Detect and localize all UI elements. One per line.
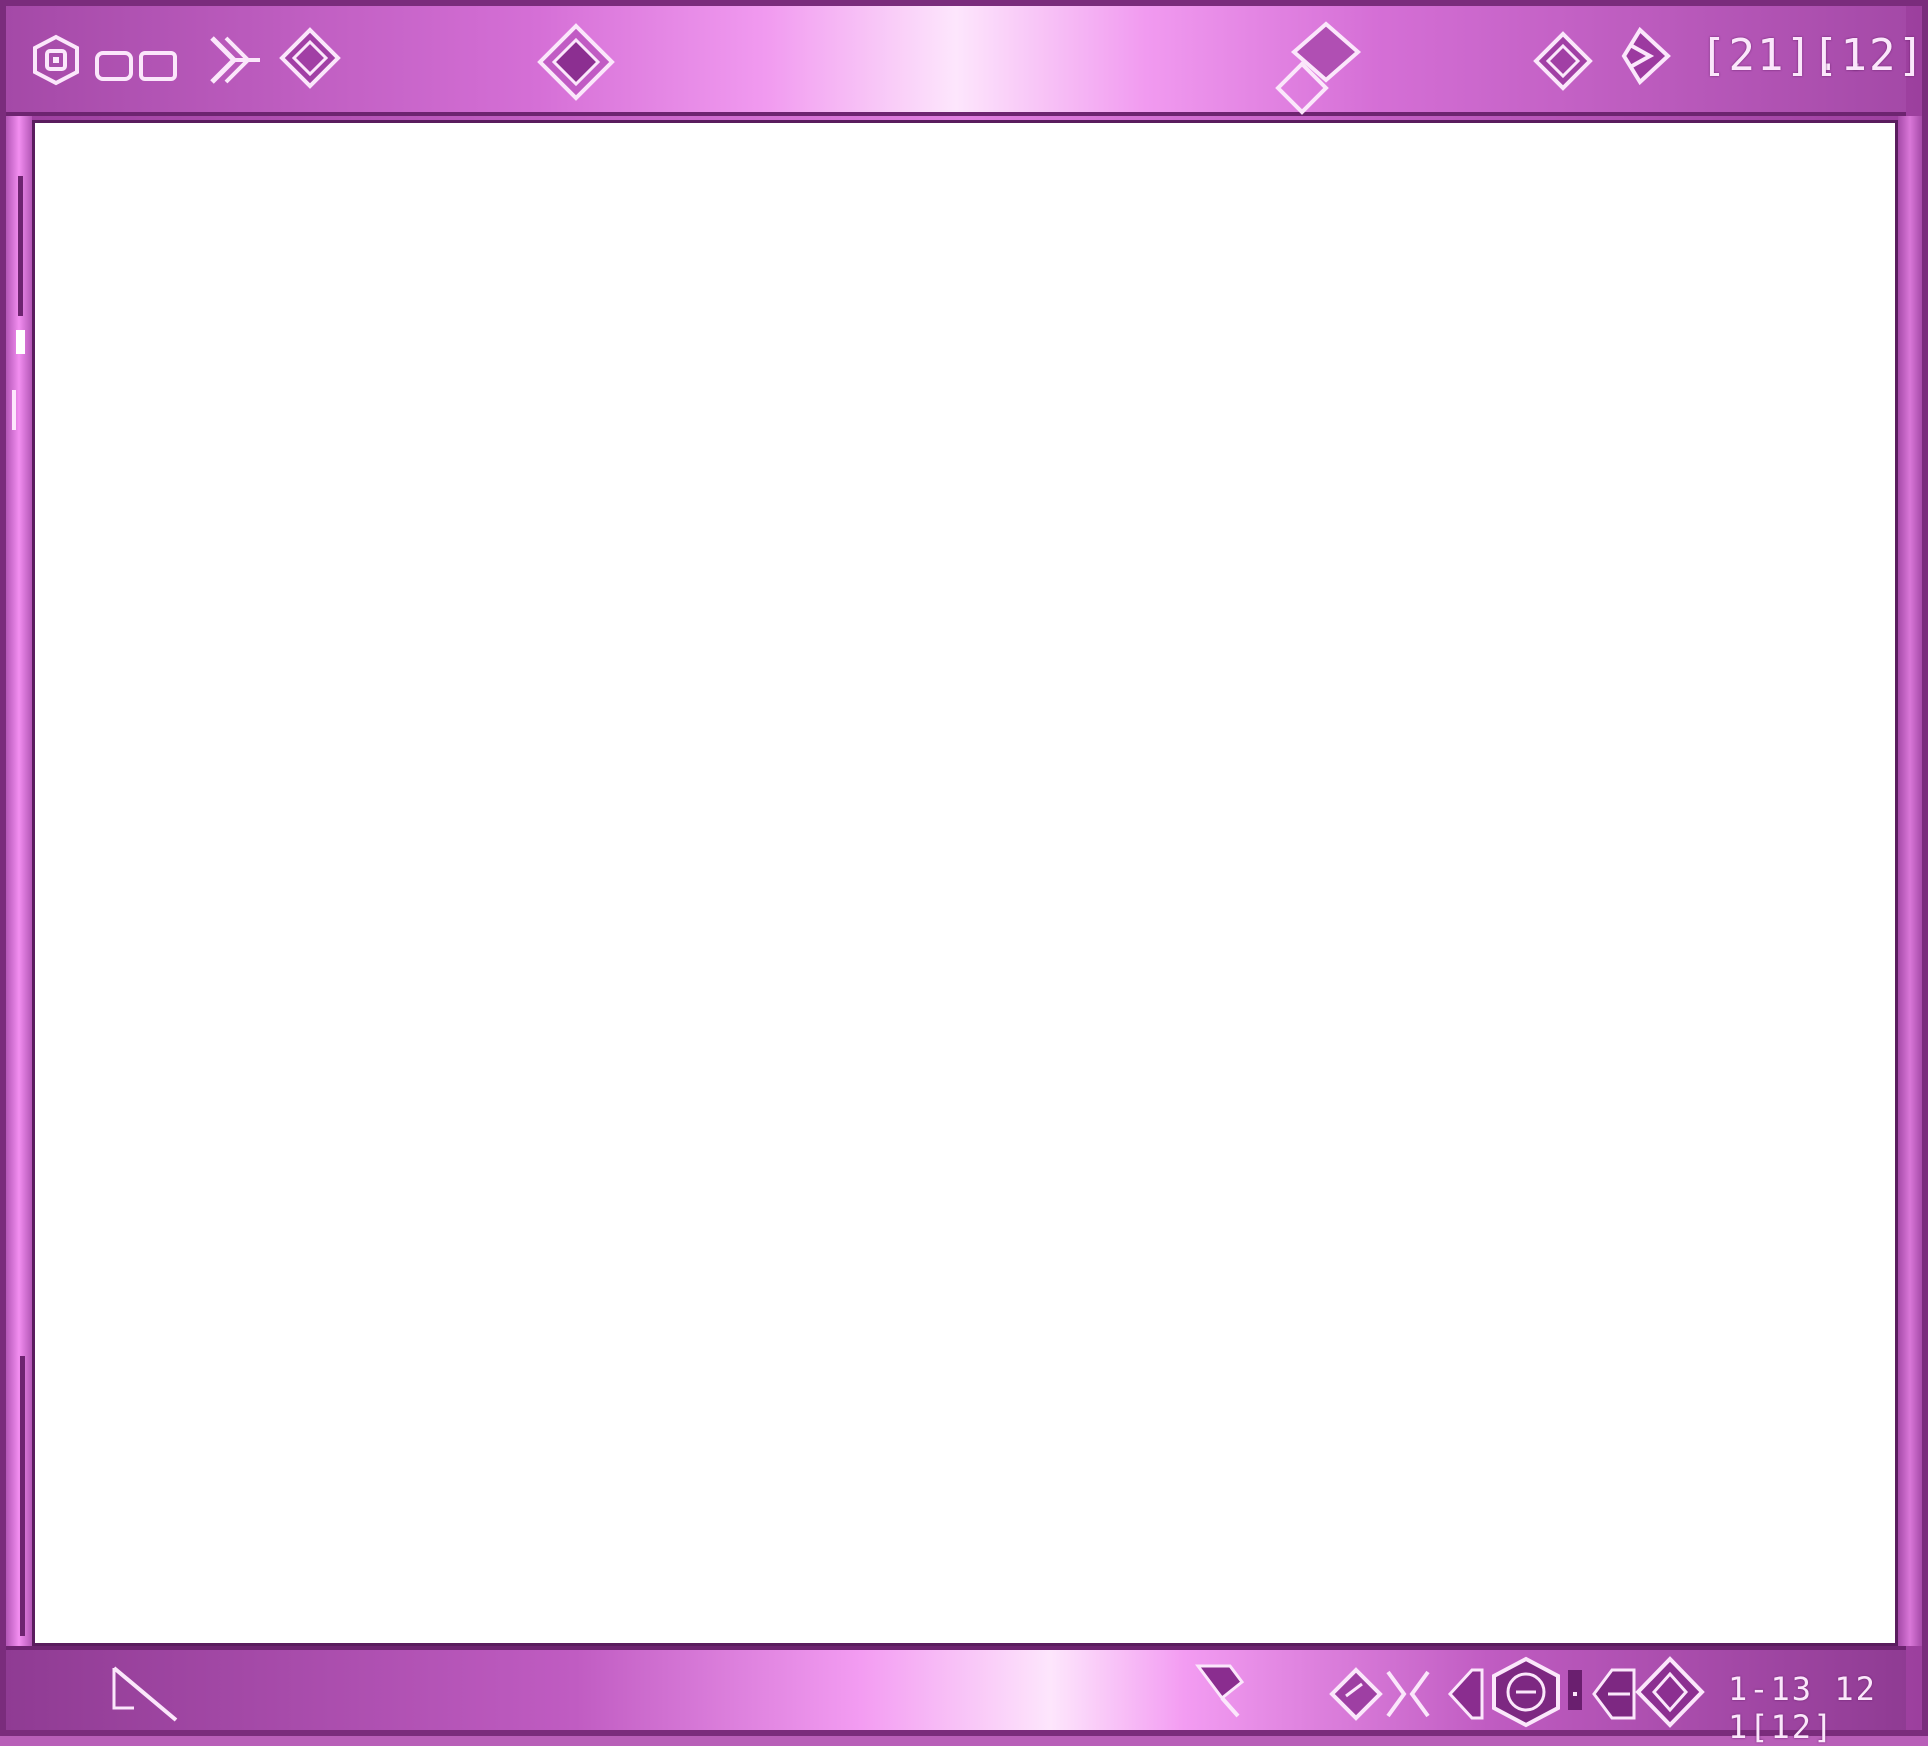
back-arrow-icon[interactable] [1590, 1666, 1638, 1722]
diamond-arrow-icon[interactable] [1612, 26, 1674, 88]
status-readout: 1-13 12 1[12] [1728, 1670, 1877, 1746]
window-icon[interactable] [138, 50, 178, 82]
window-icon[interactable] [94, 50, 134, 82]
diamond-icon[interactable] [1634, 1656, 1710, 1728]
chevron-right-icon[interactable] [206, 32, 262, 88]
chevron-icon[interactable] [1384, 1666, 1432, 1722]
diamond-icon[interactable] [536, 22, 616, 102]
rail-marker [12, 390, 16, 430]
diamond-icon[interactable] [1328, 1666, 1384, 1722]
diamond-icon[interactable] [1532, 30, 1594, 92]
rail-marker [16, 330, 25, 354]
settings-icon[interactable] [30, 34, 82, 86]
bar-icon [1566, 1668, 1584, 1712]
pin-icon[interactable] [1192, 1660, 1248, 1720]
content-area[interactable] [32, 120, 1898, 1646]
rail-marker [18, 176, 23, 316]
title-readout-right: [12] [1812, 30, 1926, 81]
rail-marker [20, 1356, 25, 1636]
left-rail [6, 116, 32, 1646]
hexagon-icon[interactable] [1490, 1656, 1562, 1728]
diamond-pair-icon[interactable] [1268, 20, 1368, 116]
back-icon[interactable] [1442, 1666, 1486, 1722]
slash-tool-icon[interactable] [104, 1664, 188, 1724]
diamond-icon[interactable] [278, 26, 342, 90]
status-bar: 1-13 12 1[12] [6, 1646, 1906, 1746]
title-bar: [21].. [12] [6, 6, 1924, 116]
right-rail [1898, 116, 1922, 1646]
